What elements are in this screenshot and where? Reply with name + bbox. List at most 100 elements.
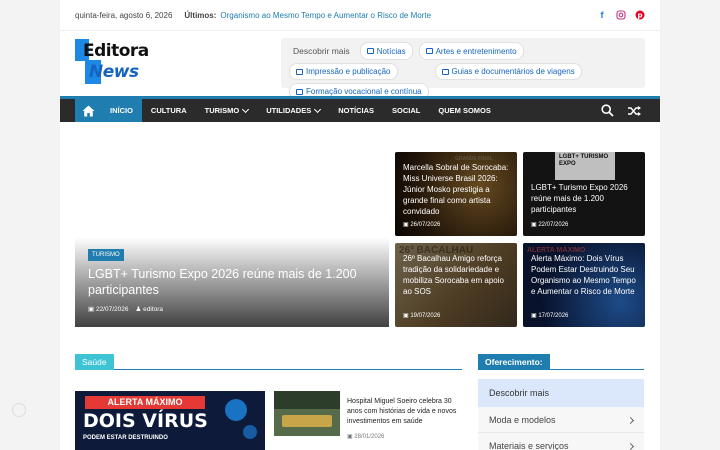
nav-item-social[interactable]: SOCIAL: [383, 99, 429, 122]
card-date: ▣ 19/07/2026: [403, 313, 441, 319]
featured-date: ▣ 22/07/2026: [88, 306, 129, 313]
card-date-text: 19/07/2026: [410, 313, 441, 319]
category-icon: [296, 68, 303, 75]
alert-headline: DOIS VÍRUS: [83, 410, 208, 432]
search-icon[interactable]: [601, 104, 614, 117]
saude-list-title[interactable]: Hospital Miguel Soeiro celebra 30 anos c…: [347, 397, 461, 427]
logo-text-editora: Editora: [83, 41, 149, 61]
alert-banner: ALERTA MÁXIMO: [85, 396, 205, 409]
sponsor-link-label: Materiais e serviços: [489, 441, 569, 450]
card-date: ▣ 17/07/2026: [531, 313, 569, 319]
random-post-icon[interactable]: [628, 105, 642, 117]
home-icon: [82, 105, 94, 116]
sponsor-link[interactable]: Moda e modelos: [478, 407, 644, 433]
featured-category-badge[interactable]: TURISMO: [88, 249, 124, 261]
category-icon: [366, 48, 374, 54]
nav-label: NOTÍCIAS: [338, 106, 375, 115]
floating-widget-icon[interactable]: [12, 403, 26, 417]
chevron-down-icon: [314, 105, 322, 113]
section-title-saude[interactable]: Saúde: [75, 354, 114, 370]
category-chip-artes[interactable]: Artes e entretenimento: [418, 42, 524, 60]
alert-subtext: PODEM ESTAR DESTRUINDO: [83, 435, 168, 441]
facebook-icon[interactable]: f: [597, 10, 607, 20]
thumb-top: [274, 391, 340, 409]
category-chip-noticias[interactable]: Notícias: [359, 42, 413, 60]
chip-label: Formação vocacional e contínua: [306, 87, 422, 96]
sponsor-link[interactable]: Materiais e serviços: [478, 433, 644, 450]
nav-label: TURISMO: [204, 106, 240, 115]
sponsor-link-label: Moda e modelos: [489, 415, 556, 425]
instagram-icon[interactable]: [616, 10, 626, 20]
featured-author-text: editora: [143, 306, 164, 313]
latest-news-link[interactable]: Organismo ao Mesmo Tempo e Aumentar o Ri…: [220, 11, 431, 20]
featured-post[interactable]: TURISMO LGBT+ Turismo Expo 2026 reúne ma…: [75, 152, 389, 327]
saude-list-thumbnail[interactable]: [274, 391, 340, 436]
nav-label: CULTURA: [150, 106, 187, 115]
latest-label: Últimos:: [184, 10, 217, 20]
featured-date-text: 22/07/2026: [95, 306, 129, 313]
section-title-oferecimento: Oferecimento:: [478, 354, 550, 370]
top-bar: quinta-feira, agosto 6, 2026 Últimos: Or…: [60, 0, 660, 30]
card-date: ▣ 26/07/2026: [403, 222, 441, 228]
main-nav: INÍCIO CULTURA TURISMO UTILIDADES NOTÍCI…: [60, 96, 660, 122]
nav-label: QUEM SOMOS: [438, 106, 491, 115]
discover-more-categories: Descobrir mais Notícias Artes e entreten…: [281, 38, 645, 100]
svg-text:p: p: [637, 12, 642, 20]
featured-author[interactable]: ♟ editora: [136, 305, 164, 313]
category-icon: [441, 68, 449, 75]
card-title[interactable]: Marcella Sobral de Sorocaba: Miss Univer…: [403, 162, 511, 217]
nav-tools: [601, 104, 660, 117]
nav-item-utilidades[interactable]: UTILIDADES: [257, 99, 329, 122]
site-logo[interactable]: Editora News: [75, 39, 155, 87]
nav-label: SOCIAL: [392, 106, 421, 115]
featured-title[interactable]: LGBT+ Turismo Expo 2026 reúne mais de 1.…: [88, 266, 378, 298]
section-header-oferecimento: Oferecimento:: [478, 352, 644, 370]
chip-label: Artes e entretenimento: [435, 46, 517, 56]
saude-list-date: ▣ 28/01/2026: [347, 434, 385, 440]
card-title[interactable]: Alerta Máximo: Dois Vírus Podem Estar De…: [531, 253, 639, 297]
chevron-right-icon: [626, 442, 635, 450]
section-header-saude: Saúde: [75, 352, 462, 370]
page: quinta-feira, agosto 6, 2026 Últimos: Or…: [60, 0, 660, 450]
category-chip-guias[interactable]: Guias e documentários de viagens: [434, 63, 582, 80]
nav-item-quem-somos[interactable]: QUEM SOMOS: [429, 99, 500, 122]
post-card[interactable]: ALERTA MÁXIMO Alerta Máximo: Dois Vírus …: [523, 243, 645, 327]
card-date: ▣ 22/07/2026: [531, 222, 569, 228]
chip-label: Impressão e publicação: [306, 67, 391, 76]
chip-label: Guias e documentários de viagens: [451, 67, 575, 76]
nav-label: INÍCIO: [110, 106, 133, 115]
nav-item-cultura[interactable]: CULTURA: [142, 99, 196, 122]
social-links: f p: [597, 10, 645, 20]
card-title[interactable]: 26º Bacalhau Amigo reforça tradição da s…: [403, 253, 511, 297]
current-date: quinta-feira, agosto 6, 2026: [75, 10, 173, 20]
post-card[interactable]: 26º BACALHAU 26º Bacalhau Amigo reforça …: [395, 243, 517, 327]
thumb-sign: [282, 415, 332, 427]
category-icon: [425, 48, 433, 54]
sponsor-widget: Descobrir mais Moda e modelos Materiais …: [478, 379, 644, 450]
chevron-right-icon: [626, 416, 635, 425]
card-date-text: 26/07/2026: [410, 222, 441, 228]
home-button[interactable]: [75, 99, 101, 122]
category-chip-impressao[interactable]: Impressão e publicação: [289, 63, 398, 80]
virus-graphic: [243, 425, 257, 439]
saude-list-date-text: 28/01/2026: [354, 434, 385, 440]
sponsor-widget-title: Descobrir mais: [478, 379, 644, 407]
virus-graphic: [225, 399, 247, 421]
nav-label: UTILIDADES: [266, 106, 312, 115]
nav-item-noticias[interactable]: NOTÍCIAS: [329, 99, 383, 122]
chip-label: Notícias: [376, 46, 406, 56]
post-card[interactable]: LGBT+ TURISMO EXPO LGBT+ Turismo Expo 20…: [523, 152, 645, 236]
logo-text-news: News: [89, 62, 139, 82]
nav-item-turismo[interactable]: TURISMO: [196, 99, 258, 122]
card-title[interactable]: LGBT+ Turismo Expo 2026 reúne mais de 1.…: [531, 182, 639, 215]
featured-meta: ▣ 22/07/2026 ♟ editora: [88, 305, 163, 313]
chevron-down-icon: [242, 105, 250, 113]
card-date-text: 22/07/2026: [538, 222, 569, 228]
discover-label: Descobrir mais: [293, 46, 350, 56]
pinterest-icon[interactable]: p: [635, 10, 645, 20]
site-header: Editora News Descobrir mais Notícias Art…: [60, 30, 660, 100]
post-card[interactable]: GRANDE FINAL Marcella Sobral de Sorocaba…: [395, 152, 517, 236]
nav-item-inicio[interactable]: INÍCIO: [101, 99, 142, 122]
saude-main-image[interactable]: ALERTA MÁXIMO DOIS VÍRUS PODEM ESTAR DES…: [75, 391, 265, 450]
category-icon: [296, 88, 303, 95]
